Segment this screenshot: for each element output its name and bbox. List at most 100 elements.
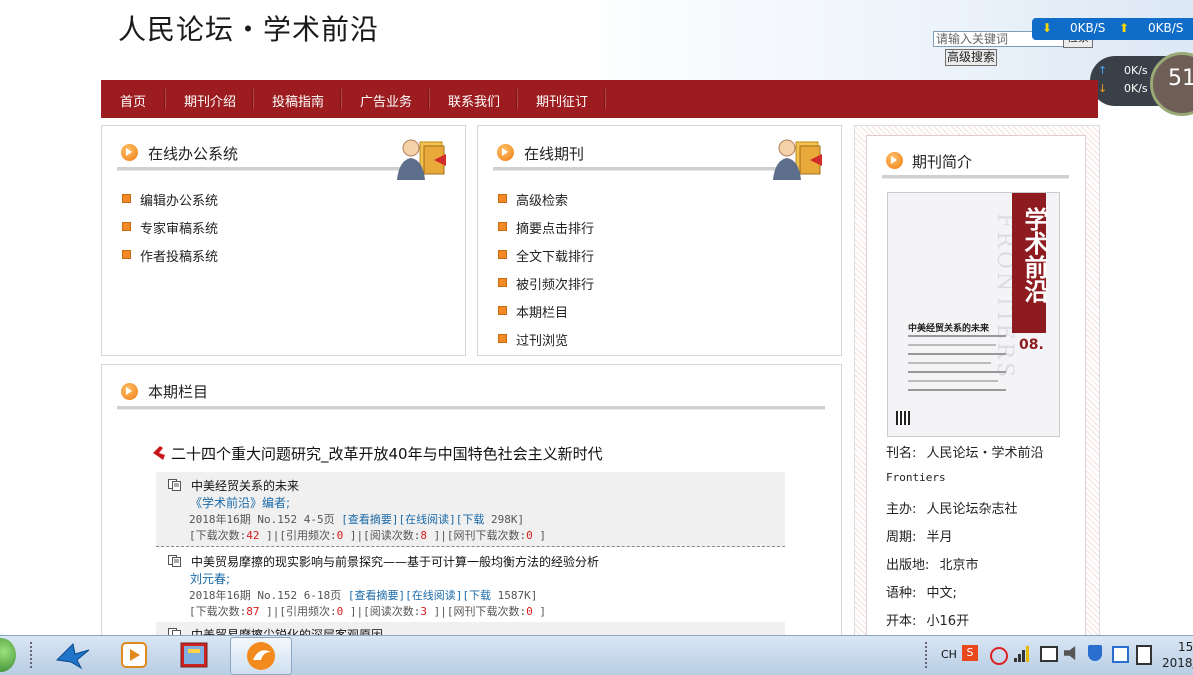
square-bullet-icon xyxy=(122,222,131,231)
article-author[interactable]: 刘元春; xyxy=(190,570,230,587)
volume-muted-icon[interactable] xyxy=(1064,646,1076,660)
square-bullet-icon xyxy=(498,250,507,259)
journal-cover-image[interactable]: FRONTIERS 学术前沿 08. 中美经贸关系的未来 xyxy=(887,192,1060,437)
tray-grip xyxy=(925,642,930,668)
link-abstract-ranking[interactable]: 摘要点击排行 xyxy=(516,218,594,237)
sogou-ime-icon[interactable]: S xyxy=(962,645,978,661)
article-item: 中美经贸关系的未来 《学术前沿》编者; 2018年16期 No.152 4-5页… xyxy=(156,472,785,547)
article-title[interactable]: 中美贸易摩擦尖锐化的深层客观原因 xyxy=(191,626,383,635)
stat-label: [下载次数: xyxy=(189,529,247,542)
monitor-icon[interactable] xyxy=(1040,646,1058,662)
article-item: 中美贸易摩擦的现实影响与前景探究——基于可计算一般均衡方法的经验分析 刘元春; … xyxy=(156,548,785,623)
document-icon xyxy=(168,479,181,491)
square-bullet-icon xyxy=(498,194,507,203)
title-underline xyxy=(117,167,402,171)
square-bullet-icon xyxy=(498,222,507,231)
link-past-issues[interactable]: 过刊浏览 xyxy=(516,330,568,349)
online-office-panel: 在线办公系统 编辑办公系统 专家审稿系统 作者投稿系统 xyxy=(101,125,466,356)
panel-title: 本期栏目 xyxy=(148,383,209,401)
checkbox-icon[interactable] xyxy=(1112,646,1129,663)
article-author[interactable]: 《学术前沿》编者; xyxy=(190,494,290,511)
taskbar-app-bird[interactable] xyxy=(45,637,101,673)
document-icon xyxy=(168,555,181,567)
link-editor-office[interactable]: 编辑办公系统 xyxy=(140,190,218,209)
info-label: 语种: xyxy=(886,586,917,601)
category-title[interactable]: 二十四个重大问题研究_改革开放40年与中国特色社会主义新时代 xyxy=(171,443,603,464)
info-row: 开本: 小16开 xyxy=(886,610,969,629)
cover-toc xyxy=(908,335,1006,398)
link-author-submission[interactable]: 作者投稿系统 xyxy=(140,246,218,265)
online-journal-panel: 在线期刊 高级检索 摘要点击排行 全文下载排行 被引频次排行 本期栏目 过刊浏览 xyxy=(477,125,842,356)
user-folder-icon xyxy=(773,139,822,180)
link-citation-ranking[interactable]: 被引频次排行 xyxy=(516,274,594,293)
start-button[interactable] xyxy=(0,638,16,672)
nav-divider xyxy=(340,89,342,109)
link-current-columns[interactable]: 本期栏目 xyxy=(516,302,568,321)
cover-qr-code xyxy=(896,411,910,425)
document-icon xyxy=(168,628,181,635)
link-advanced-search[interactable]: 高级检索 xyxy=(516,190,568,209)
network-signal-icon[interactable] xyxy=(1014,646,1030,662)
stat-label: ] xyxy=(532,605,546,618)
up-arrow-icon: ⬆ xyxy=(1119,21,1130,35)
security-icon[interactable] xyxy=(990,647,1008,665)
taskbar-app-browser-active[interactable] xyxy=(230,637,292,675)
article-meta: 2018年16期 No.152 4-5页 [查看摘要][在线阅读][下载 298… xyxy=(189,511,524,527)
article-stats: [下载次数:42 ]|[引用频次:0 ]|[阅读次数:8 ]|[网刊下载次数:0… xyxy=(189,527,546,543)
clock-time[interactable]: 15 xyxy=(1178,640,1193,654)
square-bullet-icon xyxy=(122,250,131,259)
stat-label: ] xyxy=(532,529,546,542)
info-row: 周期: 半月 xyxy=(886,526,953,545)
down-arrow-icon: ↓ xyxy=(1098,82,1108,95)
taskbar-app-books[interactable] xyxy=(167,637,223,673)
info-row: 语种: 中文; xyxy=(886,582,957,601)
speed-ball-number: 51 xyxy=(1168,66,1193,91)
stat-label: ]|[阅读次数: xyxy=(343,605,421,618)
nav-journal-intro[interactable]: 期刊介绍 xyxy=(184,91,236,110)
stat-label: ]|[网刊下载次数: xyxy=(427,529,527,542)
article-links[interactable]: [查看摘要][在线阅读][下载 xyxy=(348,589,491,602)
nav-advertising[interactable]: 广告业务 xyxy=(360,91,412,110)
nav-subscribe[interactable]: 期刊征订 xyxy=(536,91,588,110)
file-size: 1587K] xyxy=(497,589,538,602)
title-underline xyxy=(882,175,1069,179)
info-label: 出版地: xyxy=(886,558,930,573)
square-bullet-icon xyxy=(498,306,507,315)
speed-ball-widget[interactable]: ↑ 0K/s ↓ 0K/s 51 xyxy=(1090,52,1193,116)
clipboard-icon[interactable] xyxy=(1136,645,1152,665)
info-value: 中文; xyxy=(926,586,957,601)
info-value: 人民论坛・学术前沿 xyxy=(926,446,1044,461)
title-underline xyxy=(117,406,825,410)
windows-taskbar: CH S 15 2018/ xyxy=(0,635,1193,675)
upload-speed: 0KB/S xyxy=(1148,21,1184,35)
square-bullet-icon xyxy=(498,278,507,287)
panel-title: 在线期刊 xyxy=(524,145,585,163)
shield-icon[interactable] xyxy=(1088,645,1102,661)
file-size: 298K] xyxy=(490,513,525,526)
info-row: 主办: 人民论坛杂志社 xyxy=(886,498,1018,517)
input-language[interactable]: CH xyxy=(941,648,957,661)
network-monitor-bar[interactable]: ⬇ 0KB/S ⬆ 0KB/S xyxy=(1032,18,1193,40)
link-expert-review[interactable]: 专家审稿系统 xyxy=(140,218,218,237)
net-download-count: 0 xyxy=(526,605,533,618)
info-value: 小16开 xyxy=(926,614,970,629)
ball-upload-speed: 0K/s xyxy=(1124,64,1148,77)
link-download-ranking[interactable]: 全文下载排行 xyxy=(516,246,594,265)
nav-contact[interactable]: 联系我们 xyxy=(448,91,500,110)
arrow-circle-icon xyxy=(886,152,903,169)
article-links[interactable]: [查看摘要][在线阅读][下载 xyxy=(341,513,484,526)
info-label: 开本: xyxy=(886,614,917,629)
issue-info: 2018年16期 No.152 4-5页 xyxy=(189,513,335,526)
stat-label: [下载次数: xyxy=(189,605,247,618)
advanced-search-button[interactable]: 高级搜索 xyxy=(945,49,997,66)
nav-home[interactable]: 首页 xyxy=(120,91,146,110)
taskbar-app-media[interactable] xyxy=(106,637,162,673)
nav-submission-guide[interactable]: 投稿指南 xyxy=(272,91,324,110)
article-title[interactable]: 中美经贸关系的未来 xyxy=(191,477,299,494)
bird-icon xyxy=(55,642,90,670)
article-title[interactable]: 中美贸易摩擦的现实影响与前景探究——基于可计算一般均衡方法的经验分析 xyxy=(191,553,599,570)
cover-headline: 中美经贸关系的未来 xyxy=(908,324,990,334)
clock-date[interactable]: 2018/ xyxy=(1162,656,1193,670)
article-meta: 2018年16期 No.152 6-18页 [查看摘要][在线阅读][下载 15… xyxy=(189,587,537,603)
info-label: 主办: xyxy=(886,502,917,517)
